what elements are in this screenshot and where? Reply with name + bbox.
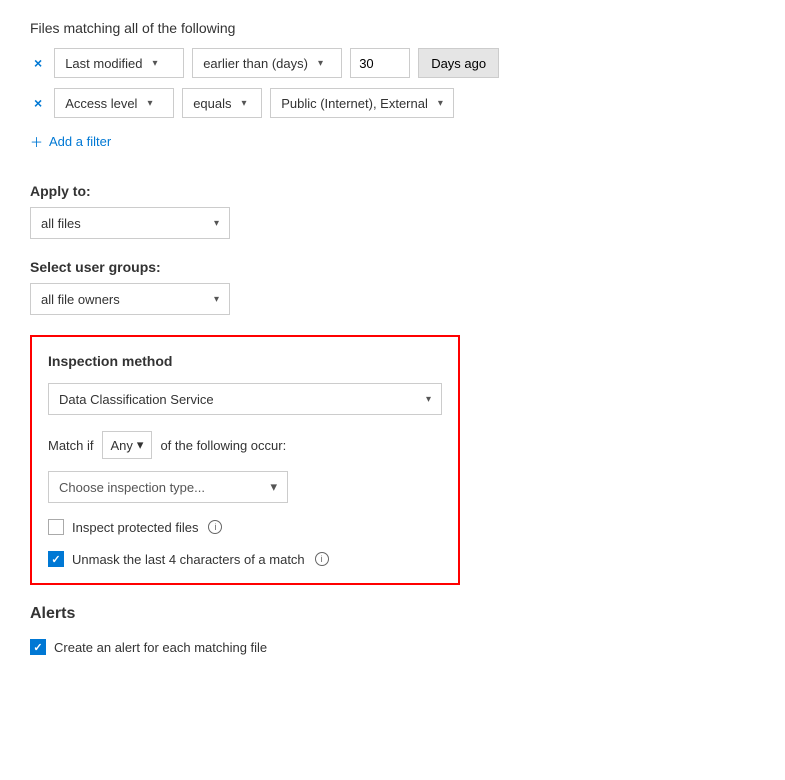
header-title: Files matching all of the following: [30, 20, 755, 36]
remove-filter-1-button[interactable]: ×: [30, 53, 46, 73]
create-alert-label: Create an alert for each matching file: [54, 640, 267, 655]
add-filter-button[interactable]: ＋ Add a filter: [30, 128, 111, 155]
apply-to-section: Apply to: all files ▾: [30, 183, 755, 239]
filter-row-1: × Last modified ▾ earlier than (days) ▾ …: [30, 48, 755, 78]
filter-2-field-label: Access level: [65, 96, 137, 111]
filter-2-operator-chevron: ▾: [242, 98, 247, 109]
filter-row-2: × Access level ▾ equals ▾ Public (Intern…: [30, 88, 755, 118]
filter-1-suffix-button[interactable]: Days ago: [418, 48, 499, 78]
alerts-section: Alerts Create an alert for each matching…: [30, 605, 755, 655]
add-filter-label: Add a filter: [49, 134, 111, 149]
match-row: Match if Any ▾ of the following occur:: [48, 431, 442, 459]
inspection-type-placeholder: Choose inspection type...: [59, 480, 205, 495]
inspect-protected-info-icon[interactable]: i: [208, 520, 222, 534]
filter-1-operator-chevron: ▾: [318, 58, 323, 69]
unmask-row: Unmask the last 4 characters of a match …: [48, 551, 442, 567]
create-alert-row: Create an alert for each matching file: [30, 639, 755, 655]
match-value: Any: [111, 438, 133, 453]
match-value-dropdown[interactable]: Any ▾: [102, 431, 153, 459]
inspection-type-chevron: ▾: [270, 479, 277, 495]
match-label: Match if: [48, 438, 94, 453]
inspect-protected-checkbox[interactable]: [48, 519, 64, 535]
filter-2-field-chevron: ▾: [147, 98, 152, 109]
inspection-method-dropdown[interactable]: Data Classification Service ▾: [48, 383, 442, 415]
match-value-chevron: ▾: [137, 437, 144, 453]
plus-icon: ＋: [30, 132, 43, 151]
inspection-method-value: Data Classification Service: [59, 392, 214, 407]
create-alert-checkbox[interactable]: [30, 639, 46, 655]
filter-1-value-input[interactable]: [350, 48, 410, 78]
inspection-title: Inspection method: [48, 353, 442, 369]
inspect-protected-row: Inspect protected files i: [48, 519, 442, 535]
filter-1-field-dropdown[interactable]: Last modified ▾: [54, 48, 184, 78]
alerts-title: Alerts: [30, 605, 755, 623]
remove-filter-2-button[interactable]: ×: [30, 93, 46, 113]
user-groups-value: all file owners: [41, 292, 120, 307]
apply-to-value: all files: [41, 216, 81, 231]
inspect-protected-label: Inspect protected files: [72, 520, 198, 535]
inspection-method-chevron: ▾: [426, 394, 431, 405]
filter-1-field-label: Last modified: [65, 56, 142, 71]
filter-2-operator-dropdown[interactable]: equals ▾: [182, 88, 262, 118]
following-label: of the following occur:: [160, 438, 286, 453]
unmask-checkbox[interactable]: [48, 551, 64, 567]
user-groups-section: Select user groups: all file owners ▾: [30, 259, 755, 315]
apply-to-label: Apply to:: [30, 183, 755, 199]
inspection-method-section: Inspection method Data Classification Se…: [30, 335, 460, 585]
user-groups-chevron: ▾: [214, 294, 219, 305]
filter-1-operator-dropdown[interactable]: earlier than (days) ▾: [192, 48, 342, 78]
filter-1-operator-label: earlier than (days): [203, 56, 308, 71]
user-groups-label: Select user groups:: [30, 259, 755, 275]
filter-2-value-label: Public (Internet), External: [281, 96, 428, 111]
unmask-info-icon[interactable]: i: [315, 552, 329, 566]
apply-to-chevron: ▾: [214, 218, 219, 229]
filter-2-value-dropdown[interactable]: Public (Internet), External ▾: [270, 88, 454, 118]
apply-to-dropdown[interactable]: all files ▾: [30, 207, 230, 239]
filter-2-field-dropdown[interactable]: Access level ▾: [54, 88, 174, 118]
filter-2-operator-label: equals: [193, 96, 231, 111]
user-groups-dropdown[interactable]: all file owners ▾: [30, 283, 230, 315]
filter-2-value-chevron: ▾: [438, 98, 443, 109]
unmask-label: Unmask the last 4 characters of a match: [72, 552, 305, 567]
filter-1-field-chevron: ▾: [153, 58, 158, 69]
inspection-type-dropdown[interactable]: Choose inspection type... ▾: [48, 471, 288, 503]
page-header: Files matching all of the following: [30, 20, 755, 36]
